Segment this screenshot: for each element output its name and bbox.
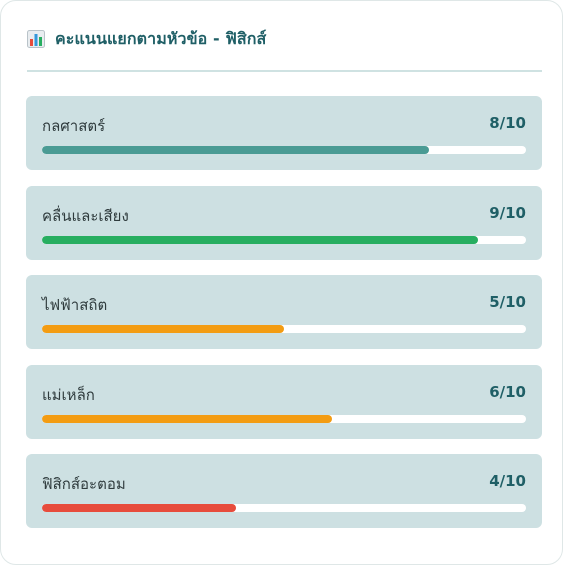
topic-row-electrostatics: ไฟฟ้าสถิต 5/10 <box>26 275 542 349</box>
topic-score: 9/10 <box>489 204 526 222</box>
topic-row-atomic-physics: ฟิสิกส์อะตอม 4/10 <box>26 454 542 528</box>
progress-fill <box>42 504 236 512</box>
progress-track <box>42 415 526 423</box>
bar-chart-icon <box>27 30 45 48</box>
topic-row-magnetism: แม่เหล็ก 6/10 <box>26 365 542 439</box>
topic-name: ไฟฟ้าสถิต <box>42 296 108 314</box>
card-header: คะแนนแยกตามหัวข้อ - ฟิสิกส์ <box>27 25 266 53</box>
progress-track <box>42 236 526 244</box>
topic-score: 4/10 <box>489 472 526 490</box>
topic-name: แม่เหล็ก <box>42 386 95 404</box>
progress-track <box>42 325 526 333</box>
progress-track <box>42 146 526 154</box>
topic-score: 5/10 <box>489 293 526 311</box>
score-card: คะแนนแยกตามหัวข้อ - ฟิสิกส์ กลศาสตร์ 8/1… <box>0 0 563 565</box>
progress-fill <box>42 325 284 333</box>
progress-fill <box>42 146 430 154</box>
divider <box>27 70 542 72</box>
progress-fill <box>42 415 333 423</box>
topic-row-mechanics: กลศาสตร์ 8/10 <box>26 96 542 170</box>
topic-name: ฟิสิกส์อะตอม <box>42 475 126 493</box>
topic-score: 8/10 <box>489 114 526 132</box>
topic-score: 6/10 <box>489 383 526 401</box>
progress-fill <box>42 236 478 244</box>
progress-track <box>42 504 526 512</box>
topic-row-waves-sound: คลื่นและเสียง 9/10 <box>26 186 542 260</box>
topic-name: กลศาสตร์ <box>42 117 106 135</box>
page-title: คะแนนแยกตามหัวข้อ - ฟิสิกส์ <box>55 28 267 48</box>
topic-name: คลื่นและเสียง <box>42 207 129 225</box>
